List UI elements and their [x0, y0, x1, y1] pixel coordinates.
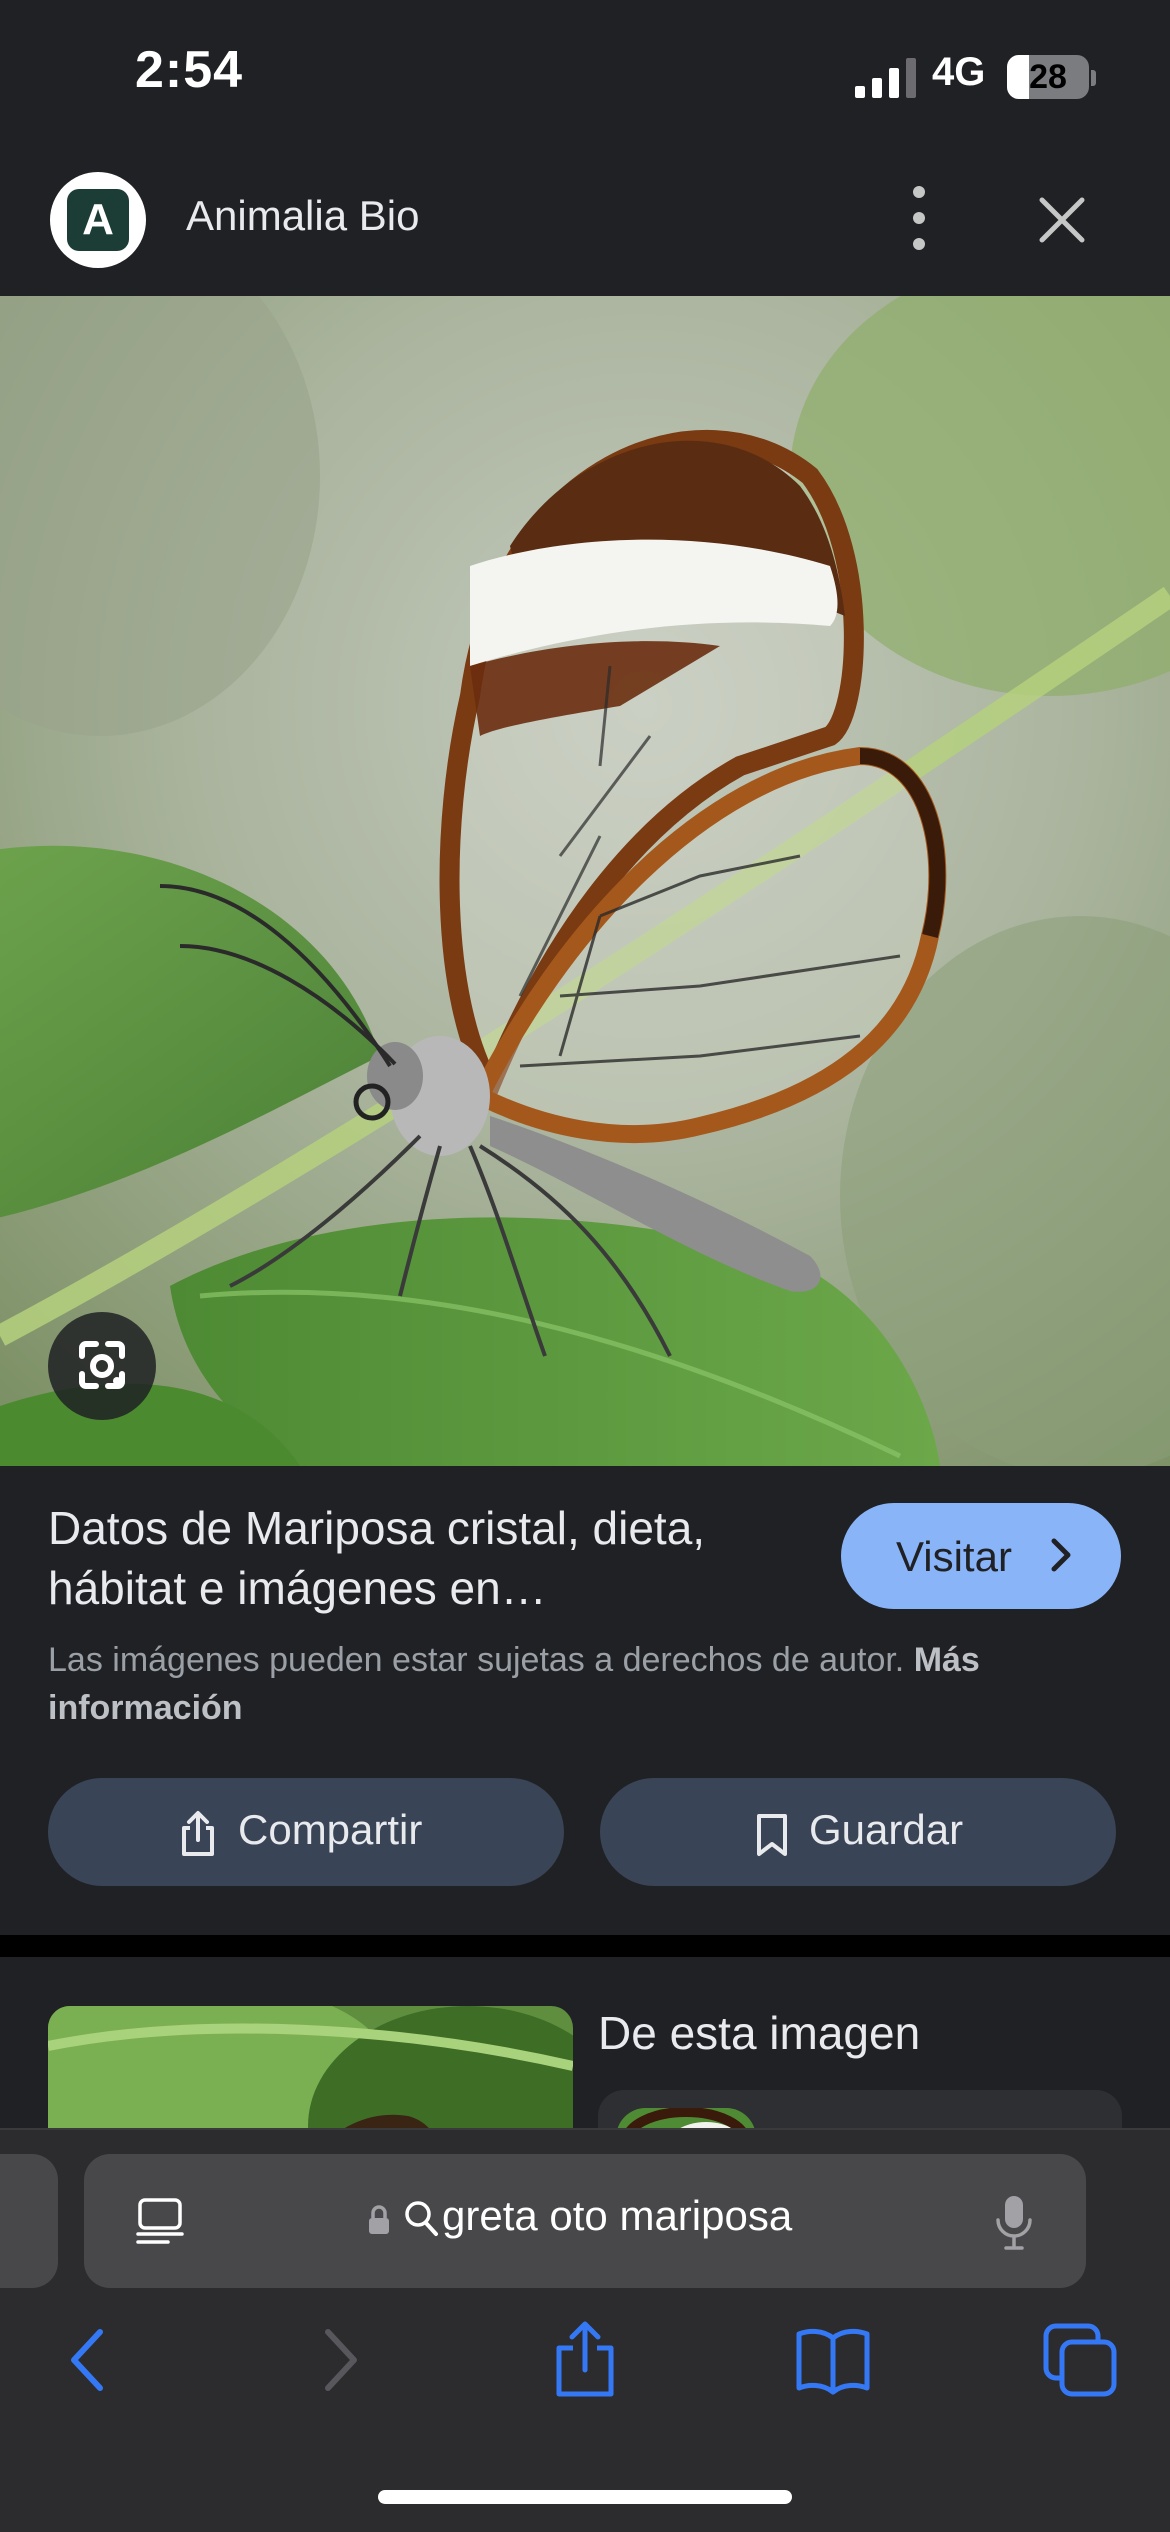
google-lens-button[interactable]	[48, 1312, 156, 1420]
close-icon[interactable]	[1030, 188, 1094, 252]
save-button[interactable]: Guardar	[600, 1778, 1116, 1886]
status-bar: 2:54 4G 28	[0, 0, 1170, 150]
bookmarks-icon[interactable]	[793, 2320, 873, 2400]
visit-label: Visitar	[896, 1533, 1012, 1580]
related-heading: De esta imagen	[598, 2007, 921, 2059]
address-text: greta oto mariposa	[442, 2192, 793, 2239]
glasswing-butterfly-photo	[0, 296, 1170, 1466]
result-image[interactable]	[0, 296, 1170, 1466]
battery-icon: 28	[1007, 55, 1089, 99]
microphone-icon[interactable]	[994, 2192, 1034, 2252]
bookmark-icon	[757, 1814, 787, 1856]
network-type: 4G	[932, 50, 986, 94]
share-label: Compartir	[238, 1806, 423, 1853]
battery-level: 28	[1029, 58, 1067, 96]
copyright-text: Las imágenes pueden estar sujetas a dere…	[48, 1641, 905, 1679]
result-header: A Animalia Bio	[0, 150, 1170, 296]
toolbar-border	[0, 2128, 1170, 2130]
site-name[interactable]: Animalia Bio	[186, 192, 419, 240]
save-label: Guardar	[809, 1806, 964, 1853]
search-icon	[405, 2201, 438, 2236]
cellular-signal-icon	[855, 58, 916, 98]
battery-cap	[1091, 70, 1096, 86]
address-bar[interactable]: greta oto mariposa	[84, 2154, 1086, 2288]
forward-icon[interactable]	[300, 2320, 380, 2400]
chevron-right-icon	[1051, 1538, 1071, 1572]
page-menu-icon	[136, 2198, 184, 2244]
share-icon[interactable]	[545, 2320, 625, 2400]
copyright-notice: Las imágenes pueden estar sujetas a dere…	[48, 1636, 1128, 1732]
site-logo-letter: A	[67, 189, 129, 251]
home-indicator[interactable]	[378, 2490, 792, 2504]
share-icon	[182, 1811, 214, 1856]
share-button[interactable]: Compartir	[48, 1778, 564, 1886]
lock-icon	[369, 2205, 389, 2234]
lens-icon	[79, 1341, 125, 1389]
back-icon[interactable]	[48, 2320, 128, 2400]
result-title[interactable]: Datos de Mariposa cristal, dieta, hábita…	[48, 1498, 808, 1618]
visit-button[interactable]: Visitar	[841, 1503, 1121, 1609]
section-divider	[0, 1935, 1170, 1957]
previous-tab-preview[interactable]	[0, 2154, 58, 2288]
tabs-icon[interactable]	[1040, 2320, 1120, 2400]
site-logo[interactable]: A	[50, 172, 146, 268]
more-options-icon[interactable]	[890, 178, 948, 258]
status-time: 2:54	[135, 41, 244, 99]
